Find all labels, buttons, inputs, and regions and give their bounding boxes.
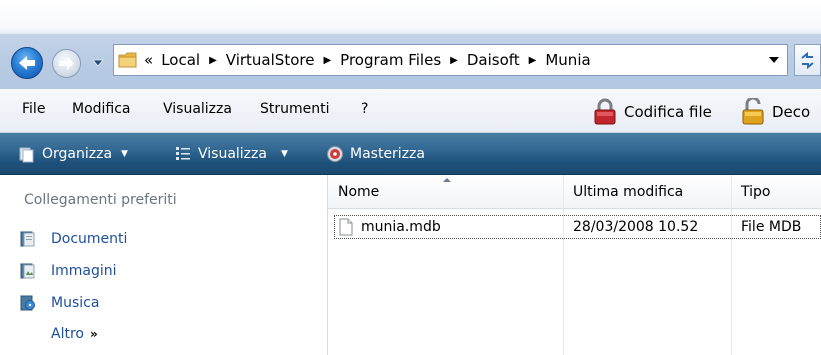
column-header-type[interactable]: Tipo xyxy=(731,175,821,209)
refresh-icon xyxy=(801,51,814,70)
column-divider xyxy=(731,175,732,355)
documents-icon xyxy=(20,231,35,247)
nav-link-documents[interactable]: Documenti xyxy=(20,229,127,249)
column-header-label: Nome xyxy=(338,184,380,200)
file-name: munia.mdb xyxy=(361,219,441,235)
views-button[interactable]: Visualizza ▼ xyxy=(174,133,288,175)
music-icon xyxy=(20,295,35,311)
file-row[interactable]: munia.mdb 28/03/2008 10.52 File MDB xyxy=(334,215,821,239)
recent-pages-dropdown-icon[interactable] xyxy=(92,57,104,69)
pictures-icon xyxy=(20,263,35,279)
views-icon xyxy=(176,147,190,160)
refresh-button[interactable] xyxy=(794,44,821,76)
file-name-cell: munia.mdb xyxy=(339,216,441,238)
more-chevron-icon: » xyxy=(89,327,98,341)
menu-view[interactable]: Visualizza xyxy=(163,101,232,117)
back-arrow-icon xyxy=(19,56,35,70)
menu-help[interactable]: ? xyxy=(361,101,368,117)
file-modified-cell: 28/03/2008 10.52 xyxy=(573,216,698,238)
menu-file[interactable]: File xyxy=(22,101,45,117)
navigation-pane: Collegamenti preferiti Documenti Immagin… xyxy=(0,175,328,355)
file-type: File MDB xyxy=(741,219,802,235)
column-divider xyxy=(563,175,564,355)
nav-link-label: Immagini xyxy=(51,263,117,279)
menu-tools[interactable]: Strumenti xyxy=(260,101,330,117)
nav-more-link[interactable]: Altro » xyxy=(51,326,98,342)
breadcrumb-separator-icon[interactable]: ▶ xyxy=(529,55,537,66)
address-bar[interactable]: « Local ▶ VirtualStore ▶ Program Files ▶… xyxy=(113,44,788,76)
sort-ascending-icon xyxy=(443,178,451,182)
views-dropdown-icon: ▼ xyxy=(280,149,288,159)
forward-button[interactable] xyxy=(52,49,81,78)
breadcrumb: « Local ▶ VirtualStore ▶ Program Files ▶… xyxy=(144,45,591,75)
column-header-name[interactable]: Nome xyxy=(328,175,563,209)
burn-disc-icon xyxy=(327,146,343,162)
breadcrumb-separator-icon[interactable]: ▶ xyxy=(209,55,217,66)
address-dropdown-icon[interactable] xyxy=(769,56,779,64)
column-header-label: Ultima modifica xyxy=(573,184,684,200)
column-header-label: Tipo xyxy=(741,184,771,200)
file-list: Nome Ultima modifica Tipo munia.mdb 28/0… xyxy=(328,175,821,355)
breadcrumb-overflow[interactable]: « xyxy=(144,51,153,69)
breadcrumb-item[interactable]: VirtualStore xyxy=(226,51,315,69)
decode-file-label: Deco xyxy=(772,103,811,121)
encode-file-label: Codifica file xyxy=(624,103,712,121)
breadcrumb-item[interactable]: Daisoft xyxy=(467,51,520,69)
organize-icon xyxy=(19,147,34,163)
organize-label: Organizza xyxy=(42,146,113,162)
column-header-modified[interactable]: Ultima modifica xyxy=(563,175,731,209)
nav-link-label: Documenti xyxy=(51,231,128,247)
decode-file-button[interactable]: Deco xyxy=(740,97,810,127)
menu-edit[interactable]: Modifica xyxy=(72,101,131,117)
breadcrumb-item[interactable]: Program Files xyxy=(340,51,441,69)
nav-link-label: Musica xyxy=(51,295,100,311)
menu-bar: File Modifica Visualizza Strumenti ? Cod… xyxy=(0,89,821,133)
breadcrumb-item[interactable]: Local xyxy=(161,51,200,69)
breadcrumb-separator-icon[interactable]: ▶ xyxy=(323,55,331,66)
breadcrumb-item[interactable]: Munia xyxy=(545,51,590,69)
command-bar: Organizza ▼ Visualizza ▼ Masterizza xyxy=(0,133,821,175)
lock-open-icon xyxy=(742,98,764,125)
nav-link-music[interactable]: Musica xyxy=(20,293,99,313)
burn-button[interactable]: Masterizza xyxy=(326,133,425,175)
organize-button[interactable]: Organizza ▼ xyxy=(18,133,128,175)
file-modified: 28/03/2008 10.52 xyxy=(573,219,699,235)
encode-file-button[interactable]: Codifica file xyxy=(592,97,712,127)
organize-dropdown-icon: ▼ xyxy=(121,149,128,159)
back-button[interactable] xyxy=(11,47,43,79)
nav-more-label: Altro xyxy=(51,326,84,342)
window-chrome: « Local ▶ VirtualStore ▶ Program Files ▶… xyxy=(0,0,821,89)
forward-arrow-icon xyxy=(59,57,74,70)
file-type-cell: File MDB xyxy=(741,216,801,238)
views-label: Visualizza xyxy=(198,146,267,162)
lock-closed-icon xyxy=(594,98,616,125)
burn-label: Masterizza xyxy=(350,146,425,162)
nav-link-pictures[interactable]: Immagini xyxy=(20,261,117,281)
breadcrumb-separator-icon[interactable]: ▶ xyxy=(450,55,458,66)
column-header-row: Nome Ultima modifica Tipo xyxy=(328,175,821,209)
title-strip xyxy=(0,0,821,34)
favorite-links-heading: Collegamenti preferiti xyxy=(24,192,177,208)
file-icon xyxy=(339,218,353,236)
folder-icon xyxy=(118,52,137,68)
